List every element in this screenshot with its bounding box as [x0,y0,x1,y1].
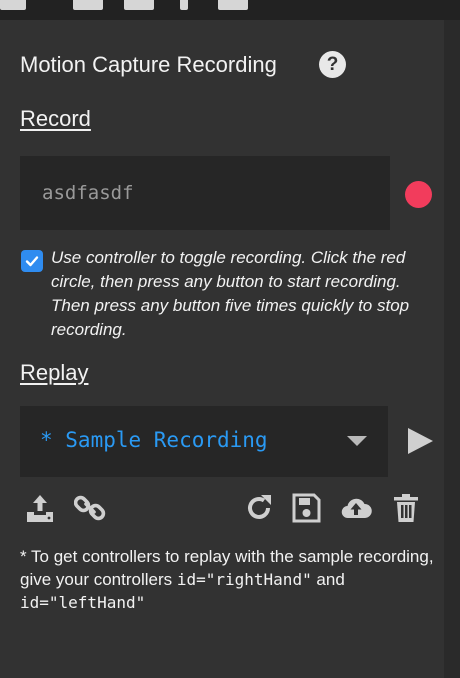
trash-icon[interactable] [390,492,422,524]
selected-recording: * Sample Recording [40,428,268,452]
play-button[interactable] [408,428,433,454]
recording-name-value: asdfasdf [42,182,134,204]
pin-icon[interactable] [180,0,188,10]
chevron-down-icon [347,436,367,446]
controller-toggle-checkbox[interactable] [21,250,43,272]
device-icon[interactable] [124,0,154,10]
replay-heading: Replay [20,360,89,385]
panel-scrollbar[interactable] [444,20,460,678]
save-icon[interactable] [290,492,322,524]
copy-icon[interactable] [73,0,103,10]
sample-recording-note: * To get controllers to replay with the … [20,545,435,614]
recording-select[interactable]: * Sample Recording [20,406,388,477]
checkmark-icon [25,256,39,267]
record-heading: Record [20,106,91,131]
drive-icon[interactable] [218,0,248,10]
upload-icon[interactable] [24,492,56,524]
note-code-right: id="rightHand" [176,570,312,589]
controller-toggle-label: Use controller to toggle recording. Clic… [51,248,410,339]
panel-title: Motion Capture Recording [20,52,277,77]
top-toolbar [0,0,460,20]
note-code-left: id="leftHand" [20,593,146,612]
link-icon[interactable] [74,492,106,524]
record-button[interactable] [405,181,432,208]
refresh-icon[interactable] [243,492,275,524]
camera-icon[interactable] [0,0,26,10]
cloud-upload-icon[interactable] [340,492,372,524]
note-and: and [311,570,345,589]
help-icon[interactable]: ? [319,51,346,78]
recording-name-input[interactable]: asdfasdf [20,156,390,230]
